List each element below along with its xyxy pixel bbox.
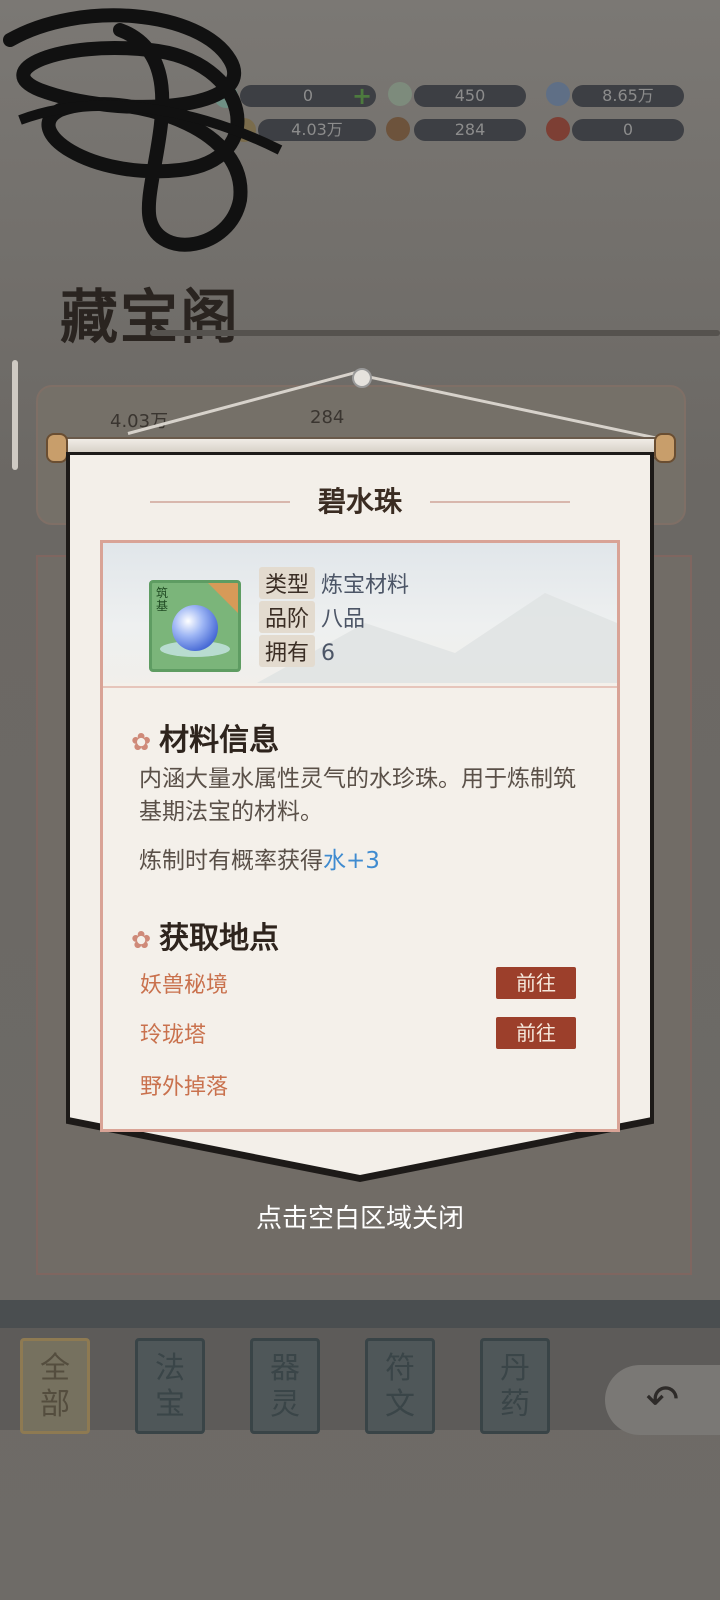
tab-all[interactable]: 全 部	[20, 1338, 90, 1434]
flower-icon	[546, 117, 570, 141]
material-info-title: ✿ 材料信息	[131, 723, 280, 758]
refine-bonus-line: 炼制时有概率获得水+3	[139, 848, 380, 874]
refine-bonus: 水+3	[323, 848, 380, 874]
go-button[interactable]: 前往	[496, 1017, 576, 1049]
scribble-redaction	[3, 8, 283, 252]
crystal-icon	[388, 82, 412, 106]
dialog-title-area: 碧水珠	[150, 482, 570, 522]
tab-rune[interactable]: 符 文	[365, 1338, 435, 1434]
source-item: 野外掉落	[140, 1075, 229, 1100]
resource-value: 8.65万	[572, 85, 684, 107]
attr-owned: 拥有 6	[259, 635, 335, 667]
attr-grade: 品阶 八品	[259, 601, 365, 633]
scrollbar[interactable]	[12, 360, 18, 470]
item-info-card: 筑基 类型 炼宝材料 品阶 八品 拥有 6 ✿ 材料信息 内涵大量水属性灵气的水珍珠。用…	[100, 540, 620, 1132]
resource-value: 0	[572, 119, 684, 141]
close-hint[interactable]: 点击空白区域关闭	[0, 1198, 720, 1235]
flower-icon: ✿	[131, 728, 152, 756]
hall-divider	[150, 330, 720, 336]
hanger-knob	[352, 368, 372, 388]
source-item: 玲珑塔	[140, 1023, 207, 1048]
source-title: ✿ 获取地点	[131, 921, 280, 956]
go-button[interactable]: 前往	[496, 967, 576, 999]
rod-end	[654, 433, 676, 463]
rod-end	[46, 433, 68, 463]
pearl-item-icon: 筑基	[149, 580, 241, 672]
gem-icon	[546, 82, 570, 106]
back-button[interactable]: ↶	[605, 1365, 720, 1435]
header-divider	[103, 686, 617, 688]
wood-icon	[386, 117, 410, 141]
tab-pill[interactable]: 丹 药	[480, 1338, 550, 1434]
tab-spirit[interactable]: 器 灵	[250, 1338, 320, 1434]
material-description: 内涵大量水属性灵气的水珍珠。用于炼制筑基期法宝的材料。	[139, 766, 576, 825]
item-name: 碧水珠	[317, 485, 402, 518]
background-chip: 284	[310, 407, 345, 428]
tab-treasure[interactable]: 法 宝	[135, 1338, 205, 1434]
hall-title: 藏宝阁	[60, 283, 241, 351]
attr-type: 类型 炼宝材料	[259, 567, 409, 599]
back-arrow-icon: ↶	[645, 1377, 680, 1423]
resource-value: 284	[414, 119, 526, 141]
add-icon[interactable]: +	[352, 82, 372, 110]
flower-icon: ✿	[131, 926, 152, 954]
source-item: 妖兽秘境	[140, 973, 229, 998]
item-icon-label: 筑基	[156, 586, 169, 613]
resource-value: 450	[414, 85, 526, 107]
